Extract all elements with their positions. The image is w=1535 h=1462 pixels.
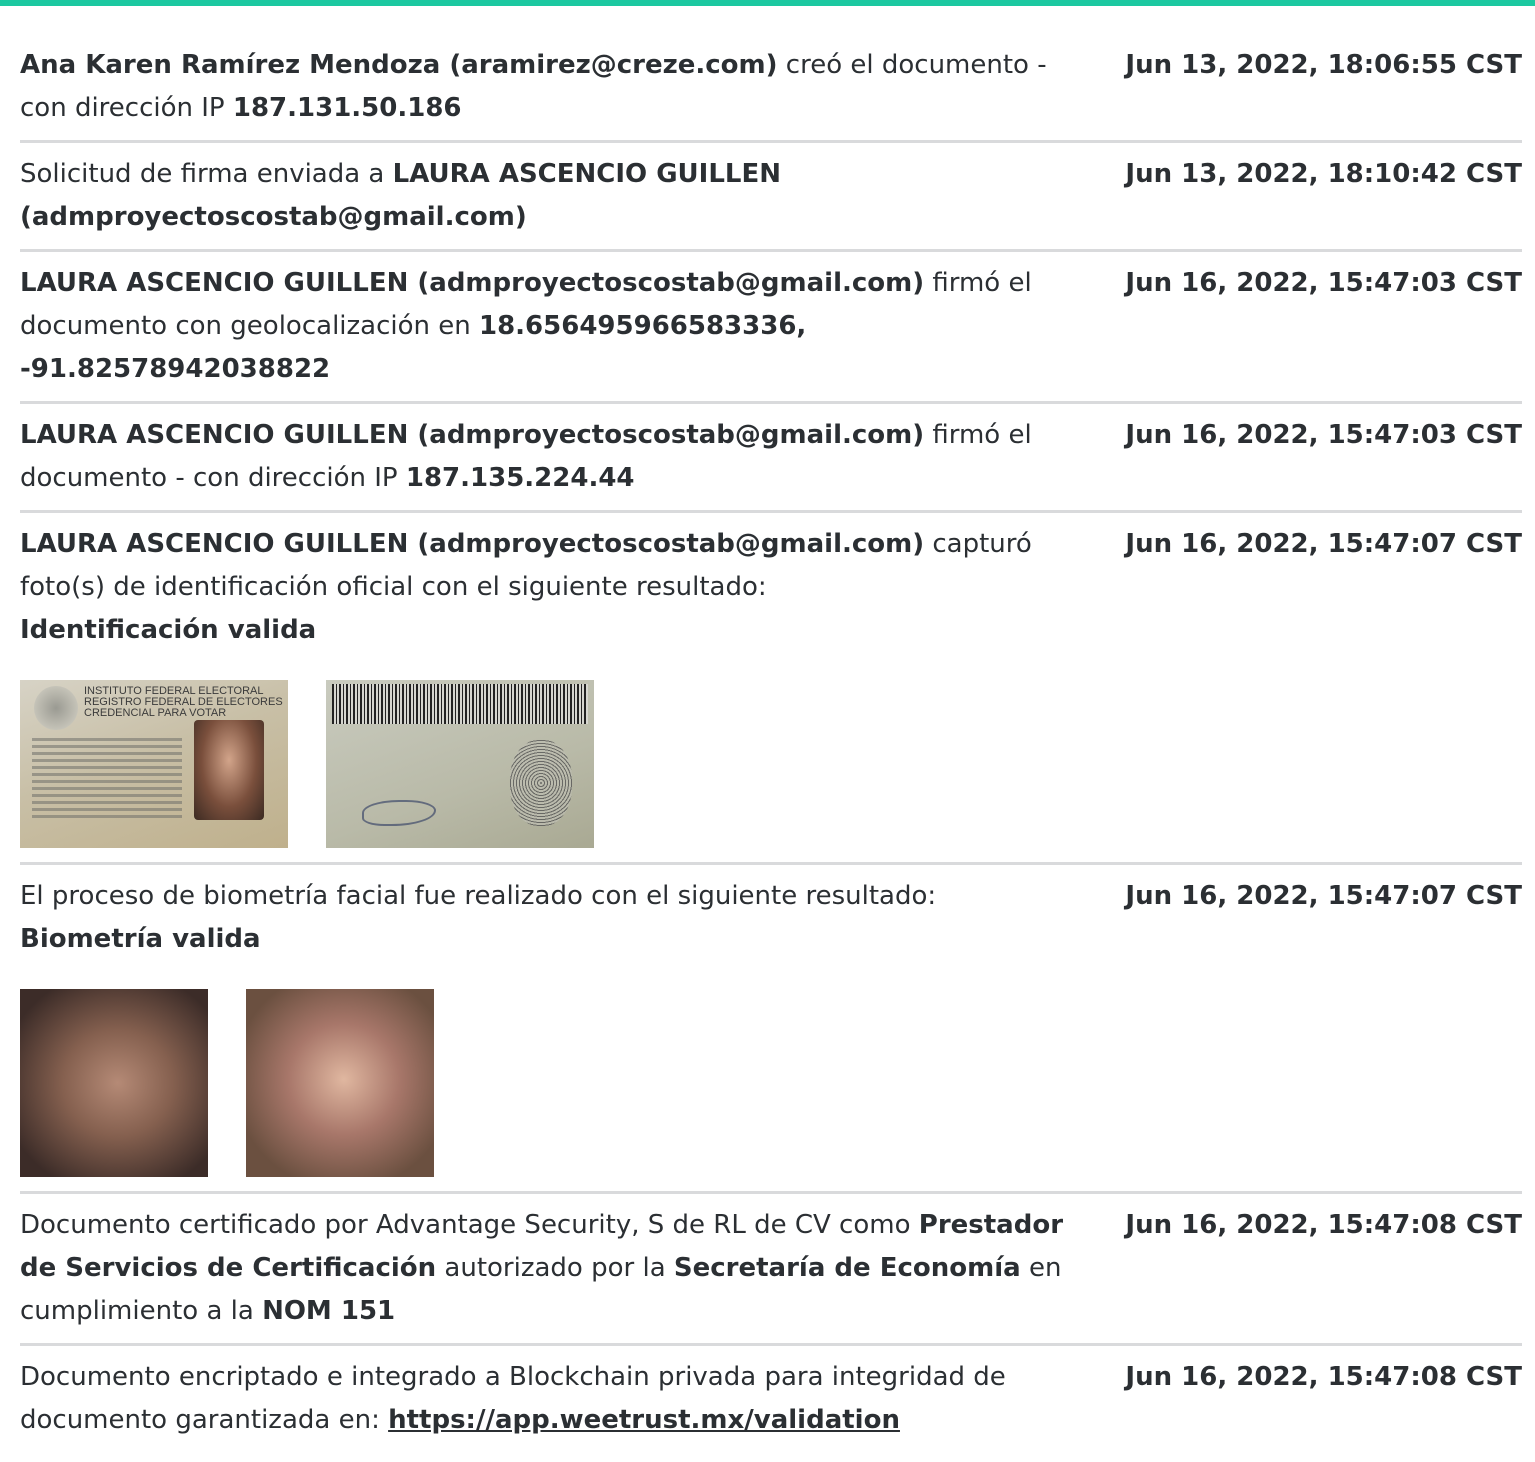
id-face-crop-image (20, 989, 208, 1177)
highlighted-text: LAURA ASCENCIO GUILLEN (admproyectoscost… (20, 529, 925, 559)
description-text: Solicitud de firma enviada a (20, 159, 393, 189)
selfie-image (246, 989, 434, 1177)
id-card-back-image (326, 680, 594, 848)
log-entry-timestamp: Jun 16, 2022, 15:47:08 CST (1125, 1362, 1522, 1392)
log-entry-description: LAURA ASCENCIO GUILLEN (admproyectoscost… (20, 262, 1070, 391)
biometric-photos (20, 989, 1070, 1177)
log-entry-description: Documento certificado por Advantage Secu… (20, 1204, 1070, 1333)
log-entry: LAURA ASCENCIO GUILLEN (admproyectoscost… (20, 414, 1522, 513)
log-entry-body: LAURA ASCENCIO GUILLEN (admproyectoscost… (20, 414, 1070, 500)
highlighted-text: Secretaría de Economía (673, 1253, 1021, 1283)
barcode-icon (332, 684, 588, 724)
seal-icon (34, 686, 78, 730)
log-entry-timestamp: Jun 16, 2022, 15:47:03 CST (1125, 420, 1522, 450)
log-entry-timestamp: Jun 16, 2022, 15:47:03 CST (1125, 268, 1522, 298)
fingerprint-icon (510, 740, 572, 826)
description-text: El proceso de biometría facial fue reali… (20, 881, 937, 911)
highlighted-text: Identificación valida (20, 615, 317, 645)
log-entry: LAURA ASCENCIO GUILLEN (admproyectoscost… (20, 262, 1522, 404)
log-entry-description: LAURA ASCENCIO GUILLEN (admproyectoscost… (20, 414, 1070, 500)
log-entry-body: Solicitud de firma enviada a LAURA ASCEN… (20, 153, 1070, 239)
log-entry: Ana Karen Ramírez Mendoza (aramirez@crez… (20, 44, 1522, 143)
signature-icon (362, 800, 436, 826)
id-card-title-line: CREDENCIAL PARA VOTAR (84, 707, 227, 719)
description-text: Documento certificado por Advantage Secu… (20, 1210, 919, 1240)
id-card-front-image: INSTITUTO FEDERAL ELECTORAL REGISTRO FEDE… (20, 680, 288, 848)
description-text: autorizado por la (436, 1253, 674, 1283)
highlighted-text: 187.131.50.186 (232, 93, 462, 123)
log-entry-body: LAURA ASCENCIO GUILLEN (admproyectoscost… (20, 523, 1070, 852)
highlighted-text: LAURA ASCENCIO GUILLEN (admproyectoscost… (20, 268, 925, 298)
log-entry: LAURA ASCENCIO GUILLEN (admproyectoscost… (20, 523, 1522, 865)
audit-trail-list: Ana Karen Ramírez Mendoza (aramirez@crez… (20, 44, 1522, 1462)
log-entry-body: Documento encriptado e integrado a Block… (20, 1356, 1070, 1442)
top-accent-bar (0, 0, 1535, 6)
highlighted-text: 187.135.224.44 (405, 463, 635, 493)
log-entry-body: Documento certificado por Advantage Secu… (20, 1204, 1070, 1333)
log-entry-timestamp: Jun 16, 2022, 15:47:07 CST (1125, 529, 1522, 559)
log-entry-body: LAURA ASCENCIO GUILLEN (admproyectoscost… (20, 262, 1070, 391)
log-entry-description: LAURA ASCENCIO GUILLEN (admproyectoscost… (20, 523, 1070, 652)
highlighted-text: NOM 151 (262, 1296, 396, 1326)
log-entry-timestamp: Jun 16, 2022, 15:47:08 CST (1125, 1210, 1522, 1240)
log-entry-description: El proceso de biometría facial fue reali… (20, 875, 1070, 961)
log-entry-body: El proceso de biometría facial fue reali… (20, 875, 1070, 1181)
log-entry: Documento certificado por Advantage Secu… (20, 1204, 1522, 1346)
log-entry-description: Ana Karen Ramírez Mendoza (aramirez@crez… (20, 44, 1070, 130)
log-entry-timestamp: Jun 16, 2022, 15:47:07 CST (1125, 881, 1522, 911)
log-entry-body: Ana Karen Ramírez Mendoza (aramirez@crez… (20, 44, 1070, 130)
validation-link[interactable]: https://app.weetrust.mx/validation (388, 1405, 900, 1435)
log-entry-description: Documento encriptado e integrado a Block… (20, 1356, 1070, 1442)
highlighted-text: LAURA ASCENCIO GUILLEN (admproyectoscost… (20, 420, 925, 450)
highlighted-text: Biometría valida (20, 924, 261, 954)
id-card-portrait (194, 720, 264, 820)
highlighted-text: Ana Karen Ramírez Mendoza (aramirez@crez… (20, 50, 778, 80)
log-entry: Solicitud de firma enviada a LAURA ASCEN… (20, 153, 1522, 252)
log-entry-timestamp: Jun 13, 2022, 18:06:55 CST (1125, 50, 1522, 80)
log-entry-timestamp: Jun 13, 2022, 18:10:42 CST (1125, 159, 1522, 189)
id-photos: INSTITUTO FEDERAL ELECTORAL REGISTRO FEDE… (20, 680, 1070, 848)
id-card-text-lines (32, 734, 182, 822)
log-entry: Documento encriptado e integrado a Block… (20, 1356, 1522, 1452)
log-entry-description: Solicitud de firma enviada a LAURA ASCEN… (20, 153, 1070, 239)
id-card-title: INSTITUTO FEDERAL ELECTORAL REGISTRO FEDE… (84, 686, 283, 719)
log-entry: El proceso de biometría facial fue reali… (20, 875, 1522, 1194)
